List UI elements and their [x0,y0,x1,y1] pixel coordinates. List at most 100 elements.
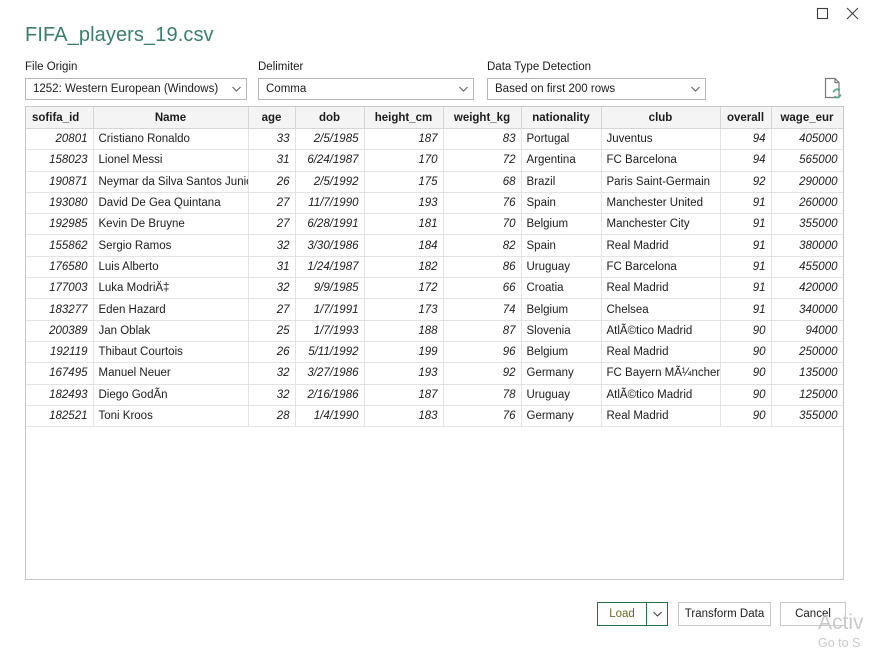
column-header-wage_eur[interactable]: wage_eur [771,107,843,129]
cell-dob: 6/24/1987 [295,149,365,172]
column-header-overall[interactable]: overall [720,107,772,129]
maximize-icon [816,7,828,19]
cell-sofifa_id: 182521 [26,405,94,428]
column-header-nationality[interactable]: nationality [521,107,602,129]
cell-weight_kg: 74 [443,298,522,321]
cell-nationality: Belgium [521,298,602,321]
cell-Name: Neymar da Silva Santos Junior [93,171,249,193]
cell-overall: 90 [720,362,772,385]
column-header-weight_kg[interactable]: weight_kg [443,107,522,129]
load-button[interactable]: Load [597,602,647,626]
cell-age: 31 [248,149,296,172]
cell-Name: David De Gea Quintana [93,192,249,215]
cell-wage_eur: 125000 [771,384,843,406]
column-header-age[interactable]: age [248,107,296,129]
column-header-Name[interactable]: Name [93,107,249,129]
cell-age: 32 [248,384,296,406]
file-origin-combobox[interactable]: 1252: Western European (Windows) [25,78,247,100]
chevron-down-icon [685,86,705,92]
table-row: 193080 David De Gea Quintana 27 11/7/1990 19… [26,192,843,215]
cell-height_cm: 193 [364,362,444,385]
file-refresh-button[interactable] [822,76,844,100]
load-dropdown-button[interactable] [646,602,668,626]
cell-Name: Manuel Neuer [93,362,249,385]
table-row: 190871 Neymar da Silva Santos Junior 26 2/5… [26,171,843,193]
cell-sofifa_id: 182493 [26,384,94,406]
transform-data-button[interactable]: Transform Data [678,602,771,626]
cell-dob: 1/24/1987 [295,256,365,279]
title-bar [0,0,871,26]
table-row: 183277 Eden Hazard 27 1/7/1991 173 74 Belgium C… [26,298,843,321]
cell-Name: Luka ModriÄ‡ [93,277,249,300]
cell-nationality: Spain [521,234,602,257]
column-header-dob[interactable]: dob [295,107,365,129]
cancel-button[interactable]: Cancel [780,602,846,626]
cell-dob: 1/7/1993 [295,320,365,342]
delimiter-value: Comma [266,83,307,95]
delimiter-combobox[interactable]: Comma [258,78,474,100]
cell-nationality: Argentina [521,149,602,172]
cell-wage_eur: 380000 [771,234,843,257]
cell-sofifa_id: 176580 [26,256,94,279]
cell-club: Real Madrid [601,277,721,300]
maximize-button[interactable] [807,1,837,25]
cell-club: Chelsea [601,298,721,321]
cell-wage_eur: 355000 [771,213,843,236]
cell-wage_eur: 405000 [771,128,843,151]
cell-overall: 94 [720,128,772,151]
cell-Name: Luis Alberto [93,256,249,279]
cell-club: Real Madrid [601,405,721,428]
cell-weight_kg: 78 [443,384,522,406]
cell-nationality: Brazil [521,171,602,193]
cell-sofifa_id: 155862 [26,234,94,257]
cell-wage_eur: 260000 [771,192,843,215]
table-row: 155862 Sergio Ramos 32 3/30/1986 184 82 Spain R… [26,234,843,257]
cell-weight_kg: 76 [443,405,522,428]
cell-overall: 91 [720,277,772,300]
cell-wage_eur: 455000 [771,256,843,279]
cell-weight_kg: 87 [443,320,522,342]
table-row: 177003 Luka ModriÄ‡ 32 9/9/1985 172 66 Croatia… [26,277,843,300]
preview-table: sofifa_id Name age dob height_cm weight_kg nat… [26,107,843,428]
cell-wage_eur: 355000 [771,405,843,428]
cell-age: 32 [248,362,296,385]
data-type-detection-combobox[interactable]: Based on first 200 rows [487,78,706,100]
data-type-detection-label: Data Type Detection [487,61,591,73]
table-row: 192119 Thibaut Courtois 26 5/11/1992 199 96 Be… [26,341,843,364]
cell-overall: 90 [720,320,772,342]
close-button[interactable] [837,1,867,25]
file-origin-label: File Origin [25,61,78,73]
cell-wage_eur: 290000 [771,171,843,193]
cell-sofifa_id: 200389 [26,320,94,342]
column-header-sofifa_id[interactable]: sofifa_id [26,107,94,129]
cell-dob: 9/9/1985 [295,277,365,300]
cell-overall: 94 [720,149,772,172]
cell-nationality: Uruguay [521,256,602,279]
cell-club: Manchester City [601,213,721,236]
cell-height_cm: 187 [364,384,444,406]
cell-Name: Lionel Messi [93,149,249,172]
cell-nationality: Portugal [521,128,602,151]
cell-age: 27 [248,298,296,321]
cell-height_cm: 173 [364,298,444,321]
cell-club: FC Barcelona [601,256,721,279]
cell-dob: 6/28/1991 [295,213,365,236]
cell-club: Real Madrid [601,234,721,257]
cell-Name: Eden Hazard [93,298,249,321]
cell-nationality: Belgium [521,213,602,236]
column-header-club[interactable]: club [601,107,721,129]
watermark-line-2: Go to S [818,636,861,650]
cell-club: Paris Saint-Germain [601,171,721,193]
cell-weight_kg: 96 [443,341,522,364]
cell-age: 31 [248,256,296,279]
cell-height_cm: 184 [364,234,444,257]
cell-weight_kg: 72 [443,149,522,172]
cell-dob: 2/5/1985 [295,128,365,151]
cell-wage_eur: 94000 [771,320,843,342]
cell-nationality: Germany [521,362,602,385]
cell-dob: 3/30/1986 [295,234,365,257]
cell-wage_eur: 565000 [771,149,843,172]
cell-age: 27 [248,213,296,236]
cell-age: 26 [248,171,296,193]
column-header-height_cm[interactable]: height_cm [364,107,444,129]
